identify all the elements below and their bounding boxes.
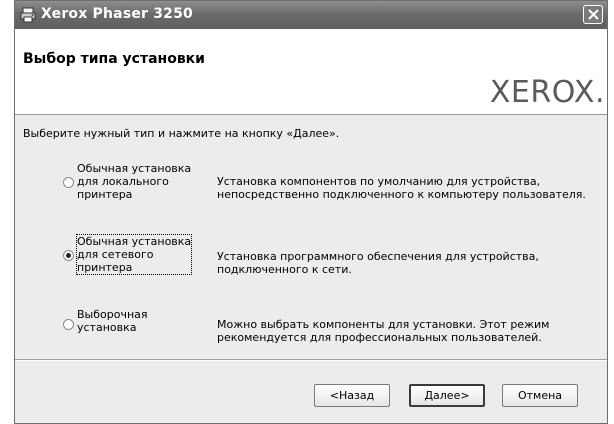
option-description: Можно выбрать компоненты для установки. … xyxy=(217,318,550,344)
option-description: Установка программного обеспечения для у… xyxy=(217,250,539,276)
printer-icon xyxy=(20,7,36,23)
radio-custom-install[interactable] xyxy=(63,319,74,330)
option-description: Установка компонентов по умолчанию для у… xyxy=(217,175,586,201)
next-button[interactable]: Далее> xyxy=(409,384,485,407)
header-panel: Выбор типа установки XEROX. xyxy=(15,29,607,115)
window-title: Xerox Phaser 3250 xyxy=(41,6,193,22)
option-label[interactable]: Обычная установка для локального принтер… xyxy=(77,162,191,201)
radio-network-printer[interactable] xyxy=(63,250,74,261)
cancel-button[interactable]: Отмена xyxy=(502,384,578,407)
close-button[interactable] xyxy=(583,5,603,24)
instruction-text: Выберите нужный тип и нажмите на кнопку … xyxy=(23,127,340,140)
option-label[interactable]: Выборочная установка xyxy=(77,308,148,334)
xerox-logo: XEROX. xyxy=(489,75,605,110)
title-bar[interactable]: Xerox Phaser 3250 xyxy=(15,1,607,29)
radio-local-printer[interactable] xyxy=(63,177,74,188)
installer-window: Xerox Phaser 3250 Выбор типа установки X… xyxy=(14,0,608,424)
option-label[interactable]: Обычная установка для сетевого принтера xyxy=(75,234,193,275)
back-button[interactable]: <Назад xyxy=(314,384,390,407)
close-icon xyxy=(588,9,599,20)
footer-divider xyxy=(15,359,607,361)
page-title: Выбор типа установки xyxy=(23,51,205,67)
